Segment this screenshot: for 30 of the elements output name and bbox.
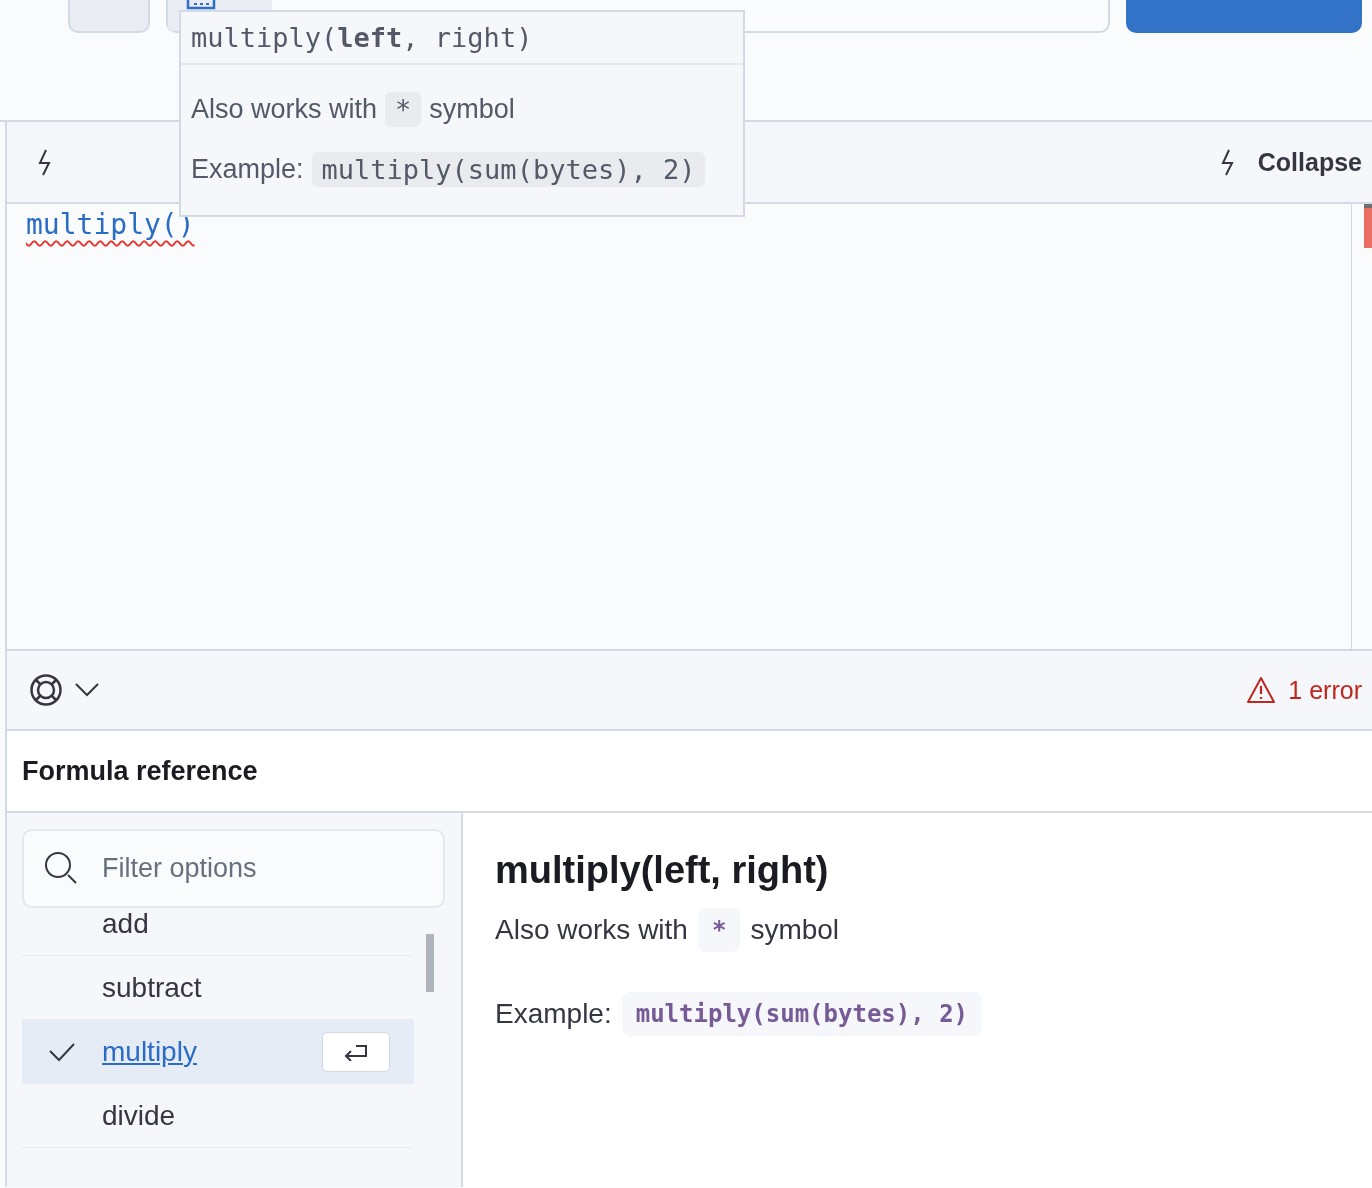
warning-icon	[1246, 676, 1277, 704]
collapse-button[interactable]: Collapse	[1257, 143, 1362, 181]
return-icon	[342, 1042, 370, 1061]
description-text: Also works with	[495, 914, 688, 946]
error-count[interactable]: 1 error	[1288, 675, 1362, 705]
calendar-icon	[186, 0, 216, 10]
scrollbar-thumb[interactable]	[426, 934, 434, 992]
lightning-icon[interactable]	[37, 148, 53, 176]
example-label: Example:	[191, 153, 304, 185]
help-icon[interactable]	[29, 673, 63, 707]
function-item[interactable]: divide	[22, 1084, 414, 1148]
function-heading: multiply(left, right)	[495, 849, 830, 892]
check-icon	[48, 1041, 76, 1062]
example-code: multiply(sum(bytes), 2)	[311, 151, 706, 187]
description-text: symbol	[750, 914, 840, 946]
tooltip-text: Also works with	[191, 93, 378, 125]
function-item[interactable]: multiply	[22, 1020, 414, 1084]
chevron-down-icon[interactable]	[75, 683, 99, 697]
symbol-code: *	[697, 908, 741, 952]
signature-text: multiply(left, right)	[191, 22, 533, 53]
function-item[interactable]: add	[22, 908, 414, 956]
tooltip-text: symbol	[429, 93, 515, 125]
lightning-icon	[1219, 148, 1236, 176]
search-icon	[44, 851, 78, 885]
symbol-code: *	[385, 91, 422, 127]
section-title: Formula reference	[22, 755, 258, 787]
example-label: Example:	[495, 998, 612, 1030]
code-text: multiply()	[26, 208, 195, 241]
example-code: multiply(sum(bytes), 2)	[621, 992, 983, 1036]
search-field[interactable]: Filter options	[22, 829, 445, 908]
